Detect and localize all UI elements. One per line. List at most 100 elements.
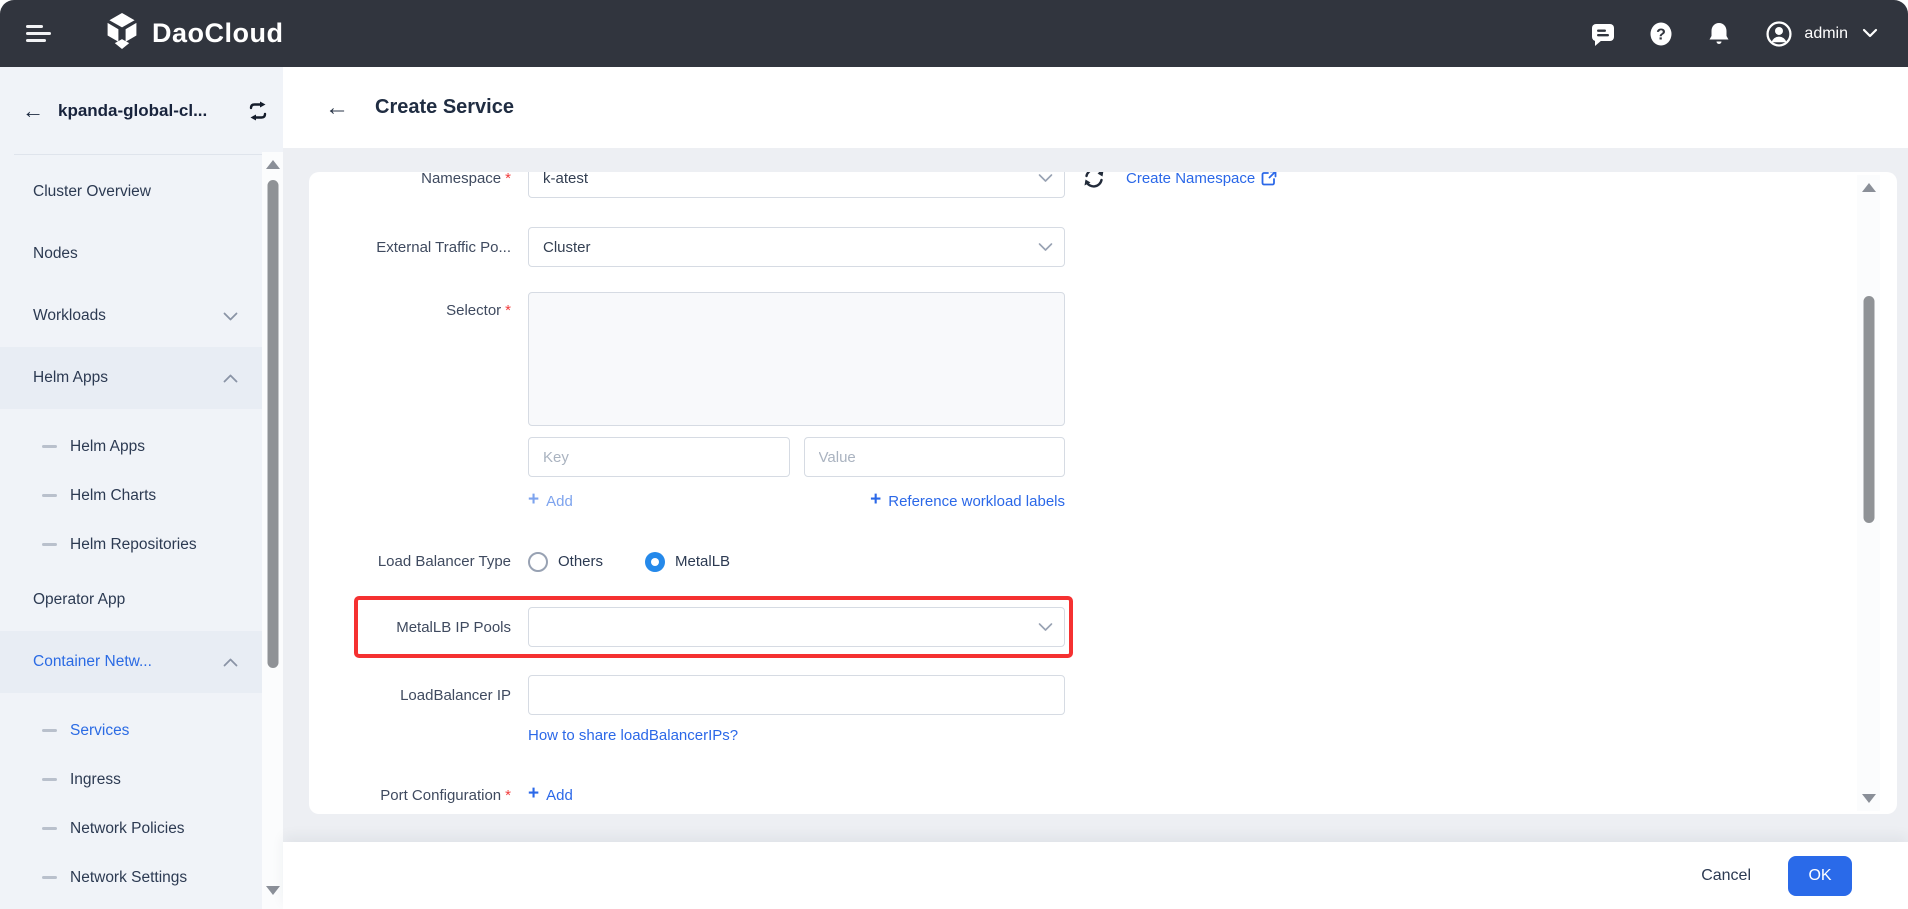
hamburger-menu-icon[interactable] — [26, 21, 52, 46]
scroll-down-arrow[interactable] — [1862, 794, 1876, 803]
add-selector-button[interactable]: + Add — [528, 490, 573, 512]
sidebar-item-helm-apps-group[interactable]: Helm Apps — [0, 347, 262, 409]
brand-name: DaoCloud — [152, 18, 284, 49]
chevron-down-icon — [1038, 623, 1053, 632]
sidebar-item-operator-app[interactable]: Operator App — [0, 569, 262, 631]
lb-ip-input[interactable] — [528, 675, 1065, 715]
sidebar: ← kpanda-global-cl... Cluster Overview N… — [0, 67, 283, 909]
create-service-form: Namespace* k-atest — [309, 172, 1897, 807]
sidebar-back-icon[interactable]: ← — [22, 98, 44, 124]
selector-label: Selector* — [339, 292, 511, 319]
refresh-namespaces-icon[interactable] — [1082, 172, 1106, 190]
svg-text:?: ? — [1657, 26, 1667, 43]
lb-type-label: Load Balancer Type — [339, 553, 511, 570]
required-mark: * — [505, 787, 511, 804]
page-header: ← Create Service — [283, 67, 1908, 148]
dash-icon — [42, 494, 57, 497]
lb-type-option-others[interactable]: Others — [528, 552, 603, 572]
help-icon[interactable]: ? — [1648, 21, 1674, 47]
page-back-icon[interactable]: ← — [325, 94, 349, 122]
cancel-button[interactable]: Cancel — [1701, 867, 1751, 885]
notifications-bell-icon[interactable] — [1706, 21, 1732, 47]
form-scrollbar-track[interactable] — [1857, 175, 1880, 811]
namespace-row: Namespace* k-atest — [309, 172, 1897, 198]
dash-icon — [42, 778, 57, 781]
app-window: DaoCloud ? — [0, 0, 1908, 909]
sidebar-item-helm-repositories[interactable]: Helm Repositories — [0, 520, 262, 569]
port-config-row: Port Configuration* + Add — [309, 783, 1897, 807]
chevron-up-icon — [223, 374, 238, 383]
sidebar-item-helm-apps[interactable]: Helm Apps — [0, 422, 262, 471]
lb-type-option-metallb[interactable]: MetalLB — [645, 552, 730, 572]
add-port-button[interactable]: + Add — [528, 784, 573, 806]
external-traffic-select[interactable]: Cluster — [528, 227, 1065, 267]
required-mark: * — [505, 172, 511, 187]
topbar-actions: ? admin — [1558, 21, 1878, 47]
brand-logo[interactable]: DaoCloud — [104, 12, 284, 55]
external-traffic-value: Cluster — [543, 239, 591, 256]
sidebar-item-cluster-overview[interactable]: Cluster Overview — [0, 161, 262, 223]
external-traffic-row: External Traffic Po... Cluster — [309, 227, 1897, 267]
selector-key-value-row — [309, 437, 1897, 477]
footer-actions: Cancel OK — [283, 842, 1908, 909]
selector-row: Selector* — [309, 292, 1897, 426]
lb-ip-label: LoadBalancer IP — [339, 687, 511, 704]
sidebar-item-workloads[interactable]: Workloads — [0, 285, 262, 347]
sidebar-item-network-policies[interactable]: Network Policies — [0, 804, 262, 853]
chevron-down-icon — [223, 312, 238, 321]
sidebar-nav: Cluster Overview Nodes Workloads Helm Ap… — [0, 161, 262, 902]
lb-ip-row: LoadBalancer IP — [309, 675, 1897, 715]
reference-workload-labels-button[interactable]: + Reference workload labels — [870, 490, 1065, 512]
create-namespace-link[interactable]: Create Namespace — [1126, 172, 1277, 187]
chevron-down-icon — [1038, 174, 1053, 183]
ok-button[interactable]: OK — [1788, 856, 1852, 896]
sidebar-item-ingress[interactable]: Ingress — [0, 755, 262, 804]
scroll-up-arrow[interactable] — [1862, 183, 1876, 192]
sidebar-divider — [14, 154, 269, 155]
selector-key-input[interactable] — [528, 437, 790, 477]
switch-cluster-icon[interactable] — [247, 101, 269, 121]
namespace-label: Namespace* — [339, 172, 511, 187]
messages-icon[interactable] — [1590, 21, 1616, 47]
selector-textarea[interactable] — [528, 292, 1065, 426]
sidebar-item-container-network-group[interactable]: Container Netw... — [0, 631, 262, 693]
external-traffic-label: External Traffic Po... — [339, 239, 511, 256]
plus-icon: + — [528, 489, 539, 511]
sidebar-item-services[interactable]: Services — [0, 706, 262, 755]
dash-icon — [42, 729, 57, 732]
username-label: admin — [1804, 25, 1848, 43]
namespace-value: k-atest — [543, 172, 588, 187]
main-area: ← Create Service Namespace* k-atest — [283, 67, 1908, 909]
cluster-switcher: ← kpanda-global-cl... — [0, 81, 283, 141]
required-mark: * — [505, 302, 511, 319]
radio-unchecked-icon — [528, 552, 548, 572]
plus-icon: + — [528, 783, 539, 805]
scroll-down-arrow[interactable] — [266, 886, 280, 895]
selector-links-row: + Add + Reference workload labels — [309, 490, 1897, 512]
dash-icon — [42, 445, 57, 448]
lb-type-row: Load Balancer Type Others MetalLB — [309, 548, 1897, 575]
metallb-pools-select[interactable] — [528, 607, 1065, 647]
form-card: Namespace* k-atest — [309, 172, 1897, 814]
sidebar-scrollbar-track[interactable] — [262, 152, 283, 909]
user-avatar[interactable] — [1766, 21, 1792, 47]
sidebar-item-nodes[interactable]: Nodes — [0, 223, 262, 285]
selector-value-input[interactable] — [804, 437, 1066, 477]
namespace-select[interactable]: k-atest — [528, 172, 1065, 198]
port-config-label: Port Configuration* — [339, 787, 511, 804]
radio-checked-icon — [645, 552, 665, 572]
form-scrollbar-thumb[interactable] — [1863, 296, 1874, 523]
lb-ip-help-row: How to share loadBalancerIPs? — [309, 725, 1897, 745]
plus-icon: + — [870, 489, 881, 511]
sidebar-scrollbar-thumb[interactable] — [267, 180, 278, 668]
dash-icon — [42, 876, 57, 879]
external-link-icon — [1261, 172, 1277, 186]
top-navbar: DaoCloud ? — [0, 0, 1908, 67]
user-menu-chevron-down-icon[interactable] — [1862, 25, 1878, 43]
share-loadbalancerips-link[interactable]: How to share loadBalancerIPs? — [528, 727, 738, 744]
sidebar-item-network-settings[interactable]: Network Settings — [0, 853, 262, 902]
page-title: Create Service — [375, 96, 514, 119]
scroll-up-arrow[interactable] — [266, 160, 280, 169]
dash-icon — [42, 827, 57, 830]
sidebar-item-helm-charts[interactable]: Helm Charts — [0, 471, 262, 520]
